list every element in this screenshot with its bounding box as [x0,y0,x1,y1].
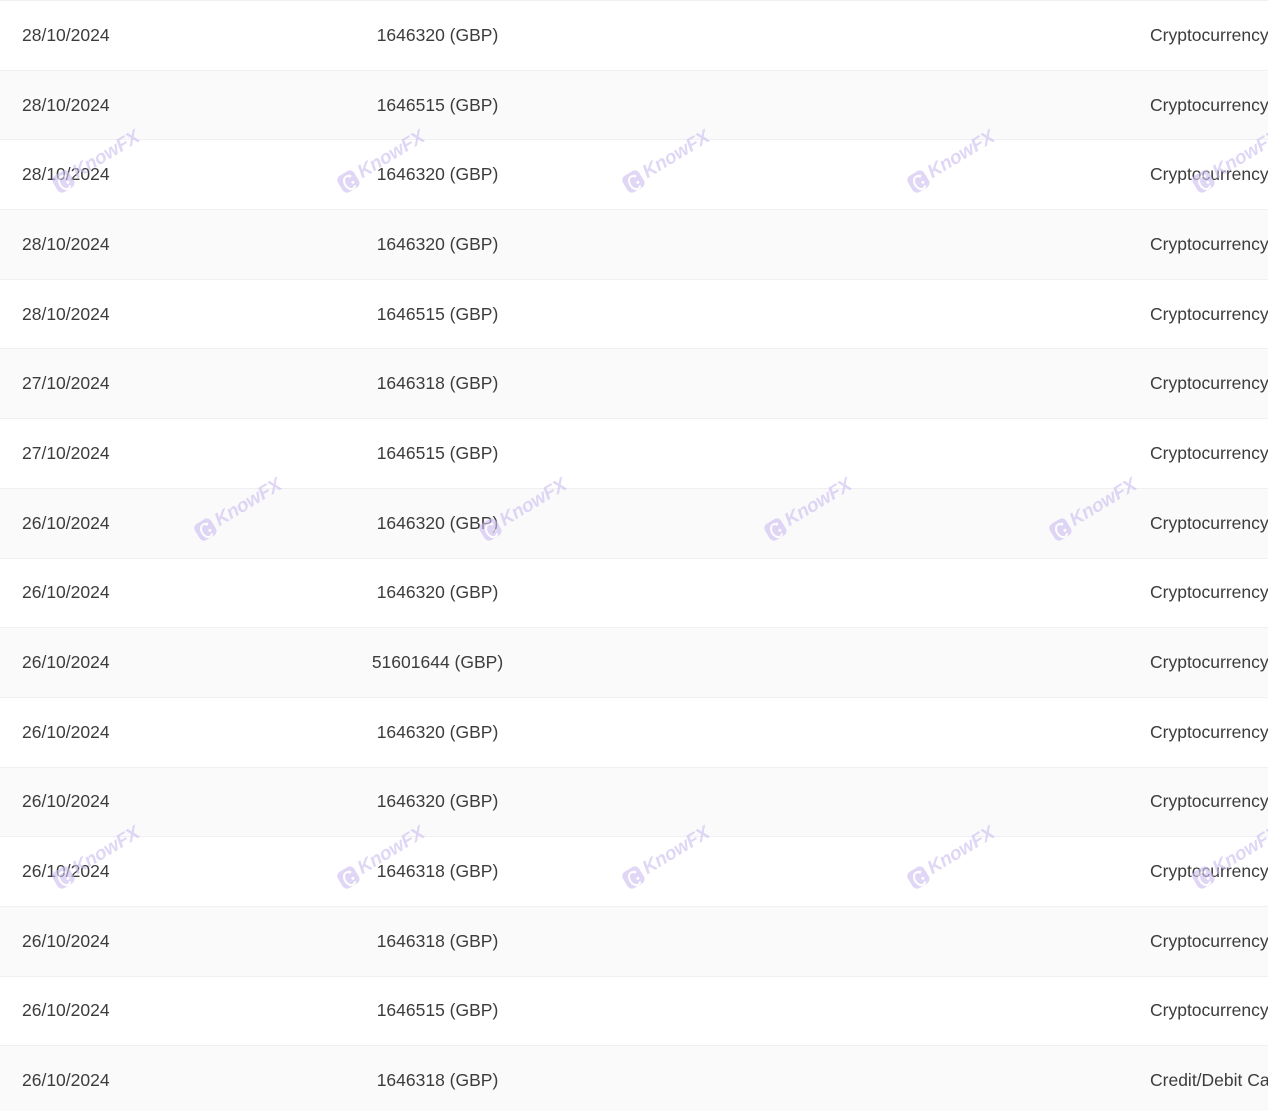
cell-account: 1646318 (GBP) [300,836,575,907]
cell-payment-method: Cryptocurrency-Bitcoin [575,557,1268,629]
table-row[interactable]: 26/10/20241646318 (GBP)Credit/Debit Card… [0,1045,1268,1111]
cell-date: 26/10/2024 [0,905,300,977]
cell-date: 28/10/2024 [0,139,300,211]
cell-date: 28/10/2024 [0,0,300,71]
cell-account: 1646320 (GBP) [300,0,575,71]
table-row[interactable]: 27/10/20241646318 (GBP)Cryptocurrency-Bi… [0,348,1268,420]
cell-payment-method: Cryptocurrency-Bitcoin [575,139,1268,211]
table-row[interactable]: 26/10/20241646515 (GBP)Cryptocurrency-Bi… [0,975,1268,1047]
cell-date: 26/10/2024 [0,766,300,838]
cell-account: 1646515 (GBP) [300,278,575,350]
table-row[interactable]: 26/10/20241646320 (GBP)Cryptocurrency-Bi… [0,557,1268,629]
cell-date: 26/10/2024 [0,487,300,559]
cell-payment-method: Cryptocurrency-Bitcoin [575,209,1268,280]
table-row[interactable]: 26/10/20241646320 (GBP)Cryptocurrency-Bi… [0,766,1268,838]
cell-payment-method: Cryptocurrency-Bitcoin [575,278,1268,350]
cell-date: 26/10/2024 [0,975,300,1047]
table-row[interactable]: 26/10/202451601644 (GBP)Cryptocurrency-B… [0,627,1268,698]
cell-account: 1646320 (GBP) [300,139,575,211]
cell-account: 1646320 (GBP) [300,696,575,768]
cell-date: 26/10/2024 [0,836,300,907]
table-row[interactable]: 28/10/20241646515 (GBP)Cryptocurrency-Bi… [0,278,1268,350]
cell-account: 51601644 (GBP) [300,627,575,698]
cell-date: 26/10/2024 [0,696,300,768]
table-row[interactable]: 26/10/20241646320 (GBP)Cryptocurrency-Bi… [0,487,1268,559]
cell-account: 1646515 (GBP) [300,69,575,141]
cell-payment-method: Cryptocurrency-Bitcoin [575,696,1268,768]
cell-date: 26/10/2024 [0,627,300,698]
cell-date: 28/10/2024 [0,209,300,280]
cell-payment-method: Credit/Debit Card [575,1045,1268,1111]
cell-payment-method: Cryptocurrency-Bitcoin [575,766,1268,838]
table-row[interactable]: 26/10/20241646318 (GBP)Cryptocurrency-Bi… [0,905,1268,977]
cell-account: 1646318 (GBP) [300,905,575,977]
cell-date: 26/10/2024 [0,1045,300,1111]
cell-account: 1646515 (GBP) [300,418,575,489]
table-row[interactable]: 28/10/20241646515 (GBP)Cryptocurrency-Bi… [0,69,1268,141]
cell-payment-method: Cryptocurrency-Bitcoin [575,348,1268,420]
cell-payment-method: Cryptocurrency-Bitcoin [575,418,1268,489]
cell-payment-method: Cryptocurrency-Bitcoin [575,0,1268,71]
cell-payment-method: Cryptocurrency-Bitcoin [575,836,1268,907]
transaction-history-page: 28/10/20241646320 (GBP)Cryptocurrency-Bi… [0,0,1268,1111]
cell-date: 27/10/2024 [0,348,300,420]
transaction-history-table: 28/10/20241646320 (GBP)Cryptocurrency-Bi… [0,0,1268,1111]
cell-account: 1646320 (GBP) [300,557,575,629]
cell-account: 1646320 (GBP) [300,487,575,559]
cell-account: 1646318 (GBP) [300,1045,575,1111]
cell-payment-method: Cryptocurrency-Bitcoin [575,627,1268,698]
cell-account: 1646320 (GBP) [300,766,575,838]
cell-payment-method: Cryptocurrency-Bitcoin [575,905,1268,977]
table-row[interactable]: 26/10/20241646320 (GBP)Cryptocurrency-Bi… [0,696,1268,768]
cell-account: 1646320 (GBP) [300,209,575,280]
table-row[interactable]: 27/10/20241646515 (GBP)Cryptocurrency-Bi… [0,418,1268,489]
table-row[interactable]: 28/10/20241646320 (GBP)Cryptocurrency-Bi… [0,0,1268,71]
table-row[interactable]: 28/10/20241646320 (GBP)Cryptocurrency-Bi… [0,139,1268,211]
transaction-table-body: 28/10/20241646320 (GBP)Cryptocurrency-Bi… [0,0,1268,1111]
cell-date: 26/10/2024 [0,557,300,629]
cell-date: 28/10/2024 [0,278,300,350]
cell-payment-method: Cryptocurrency-Bitcoin [575,69,1268,141]
cell-date: 28/10/2024 [0,69,300,141]
cell-payment-method: Cryptocurrency-Bitcoin [575,487,1268,559]
table-row[interactable]: 26/10/20241646318 (GBP)Cryptocurrency-Bi… [0,836,1268,907]
cell-account: 1646318 (GBP) [300,348,575,420]
cell-payment-method: Cryptocurrency-Bitcoin [575,975,1268,1047]
table-row[interactable]: 28/10/20241646320 (GBP)Cryptocurrency-Bi… [0,209,1268,280]
cell-date: 27/10/2024 [0,418,300,489]
cell-account: 1646515 (GBP) [300,975,575,1047]
